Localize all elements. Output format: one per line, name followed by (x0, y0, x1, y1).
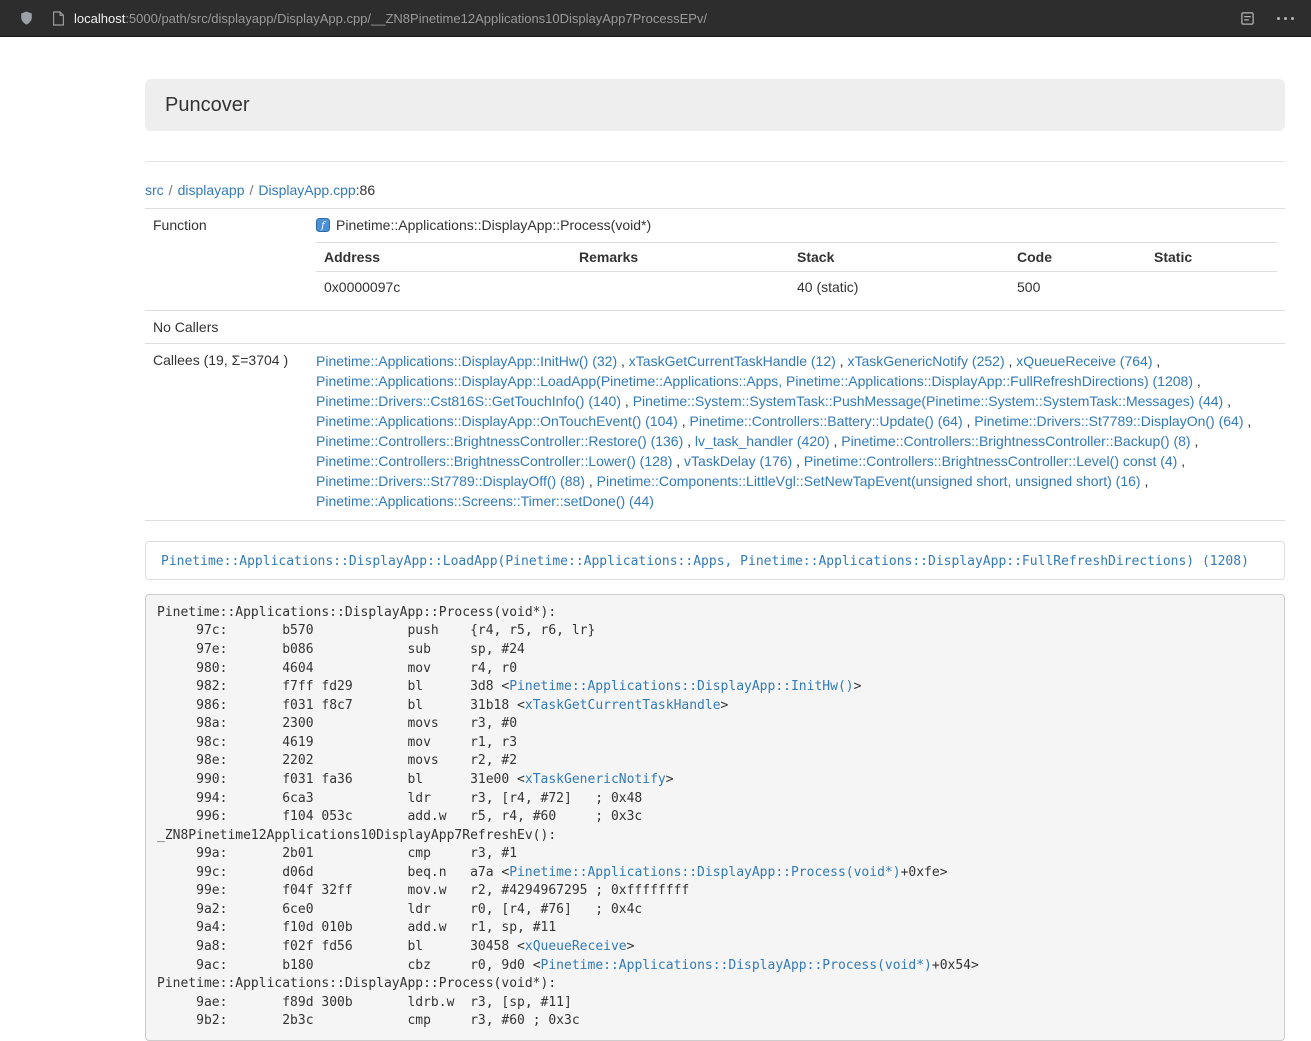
breadcrumb-link-file[interactable]: DisplayApp.cpp (258, 182, 355, 198)
page-icon (52, 11, 65, 26)
breadcrumb-separator: / (250, 182, 254, 198)
url-path: :5000/path/src/displayapp/DisplayApp.cpp… (125, 11, 707, 26)
no-callers-label: No Callers (145, 311, 308, 344)
callees-row: Callees (19, Σ=3704 ) Pinetime::Applicat… (145, 344, 1285, 521)
callee-detail-panel: Pinetime::Applications::DisplayApp::Load… (145, 541, 1285, 580)
callee-link[interactable]: Pinetime::Drivers::St7789::DisplayOff() … (316, 473, 585, 489)
app-header: Puncover (145, 79, 1285, 131)
callee-link[interactable]: Pinetime::Applications::DisplayApp::Init… (316, 353, 617, 369)
stats-header-address: Address (316, 243, 571, 272)
stats-header-static: Static (1146, 243, 1277, 272)
function-signature-line: f Pinetime::Applications::DisplayApp::Pr… (316, 217, 1277, 233)
code-symbol-link[interactable]: Pinetime::Applications::DisplayApp::Init… (509, 679, 853, 694)
stats-value-stack: 40 (static) (789, 272, 1009, 303)
callee-panel-link[interactable]: Pinetime::Applications::DisplayApp::Load… (161, 554, 1249, 569)
callee-link[interactable]: Pinetime::Controllers::BrightnessControl… (316, 453, 672, 469)
reader-mode-button[interactable] (1235, 6, 1259, 30)
url-text: localhost:5000/path/src/displayapp/Displ… (74, 11, 707, 26)
function-name: Pinetime::Applications::DisplayApp::Proc… (336, 217, 651, 233)
stats-value-address: 0x0000097c (316, 272, 571, 303)
callee-link[interactable]: Pinetime::Controllers::Battery::Update()… (690, 413, 963, 429)
callee-link[interactable]: Pinetime::Components::LittleVgl::SetNewT… (597, 473, 1141, 489)
callees-label: Callees (19, Σ=3704 ) (145, 344, 308, 521)
stats-header-row: Address Remarks Stack Code Static (316, 243, 1277, 272)
stats-header-stack: Stack (789, 243, 1009, 272)
callee-link[interactable]: Pinetime::Applications::Screens::Timer::… (316, 493, 654, 509)
security-shield-button[interactable] (14, 6, 38, 30)
breadcrumb-line-number: :86 (356, 182, 375, 198)
callee-link[interactable]: xTaskGenericNotify (252) (847, 353, 1004, 369)
callee-link[interactable]: Pinetime::System::SystemTask::PushMessag… (633, 393, 1224, 409)
stats-value-row: 0x0000097c 40 (static) 500 (316, 272, 1277, 303)
breadcrumb-link-src[interactable]: src (145, 182, 164, 198)
stats-table: Address Remarks Stack Code Static 0x0000… (316, 242, 1277, 302)
callee-link[interactable]: Pinetime::Controllers::BrightnessControl… (316, 433, 683, 449)
stats-value-code: 500 (1009, 272, 1146, 303)
divider (145, 161, 1285, 162)
code-symbol-link[interactable]: xTaskGetCurrentTaskHandle (525, 698, 721, 713)
callee-link[interactable]: Pinetime::Drivers::St7789::DisplayOn() (… (974, 413, 1243, 429)
function-type-icon: f (316, 218, 330, 232)
url-host: localhost (74, 11, 125, 26)
symbol-table: Function f Pinetime::Applications::Displ… (145, 208, 1285, 521)
breadcrumb-separator: / (169, 182, 173, 198)
function-row-label: Function (145, 209, 308, 311)
callee-link[interactable]: xTaskGetCurrentTaskHandle (12) (629, 353, 836, 369)
breadcrumb: src/displayapp/DisplayApp.cpp:86 (145, 182, 1285, 198)
stats-value-static (1146, 272, 1277, 303)
callee-link[interactable]: Pinetime::Controllers::BrightnessControl… (804, 453, 1177, 469)
url-bar[interactable]: localhost:5000/path/src/displayapp/Displ… (52, 11, 1221, 26)
function-row: Function f Pinetime::Applications::Displ… (145, 209, 1285, 311)
code-symbol-link[interactable]: xTaskGenericNotify (525, 772, 666, 787)
callees-list: Pinetime::Applications::DisplayApp::Init… (308, 344, 1285, 521)
code-symbol-link[interactable]: Pinetime::Applications::DisplayApp::Proc… (509, 865, 900, 880)
callee-link[interactable]: Pinetime::Controllers::BrightnessControl… (841, 433, 1190, 449)
code-symbol-link[interactable]: Pinetime::Applications::DisplayApp::Proc… (541, 958, 932, 973)
shield-icon (19, 10, 34, 26)
disassembly-code: Pinetime::Applications::DisplayApp::Proc… (145, 594, 1285, 1041)
browser-menu-button[interactable] (1273, 6, 1297, 30)
callee-link[interactable]: Pinetime::Applications::DisplayApp::Load… (316, 373, 1193, 389)
stats-header-remarks: Remarks (571, 243, 789, 272)
code-symbol-link[interactable]: xQueueReceive (525, 939, 627, 954)
menu-dots-icon (1277, 17, 1294, 20)
callee-link[interactable]: Pinetime::Applications::DisplayApp::OnTo… (316, 413, 678, 429)
stats-value-remarks (571, 272, 789, 303)
breadcrumb-link-displayapp[interactable]: displayapp (178, 182, 245, 198)
stats-header-code: Code (1009, 243, 1146, 272)
browser-chrome: localhost:5000/path/src/displayapp/Displ… (0, 0, 1311, 37)
page-container: Puncover src/displayapp/DisplayApp.cpp:8… (145, 79, 1285, 1041)
no-callers-row: No Callers (145, 311, 1285, 344)
callee-link[interactable]: lv_task_handler (420) (695, 433, 830, 449)
reader-icon (1240, 11, 1255, 26)
page-title: Puncover (165, 91, 1265, 119)
callee-link[interactable]: xQueueReceive (764) (1016, 353, 1152, 369)
callee-link[interactable]: vTaskDelay (176) (684, 453, 792, 469)
callee-link[interactable]: Pinetime::Drivers::Cst816S::GetTouchInfo… (316, 393, 621, 409)
